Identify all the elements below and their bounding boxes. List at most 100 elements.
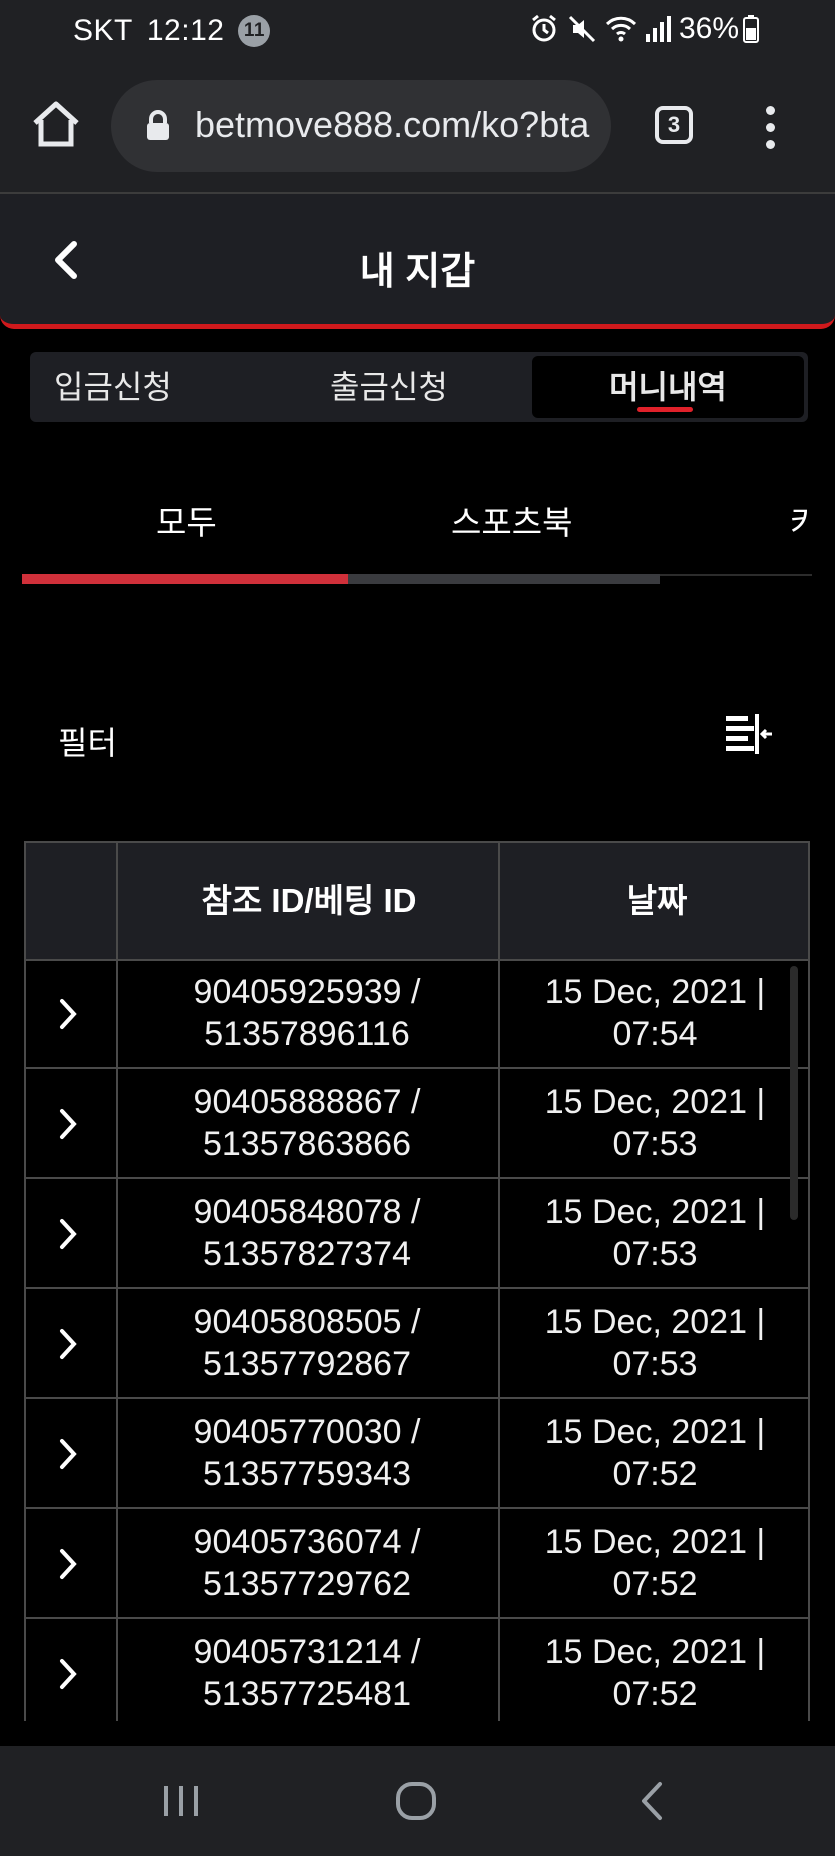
bet-id: 51357896116 [204,1015,410,1053]
ref-id: 90405888867 / [193,1083,421,1121]
tab-money-history-label: 머니내역 [609,369,727,405]
battery-icon [743,15,759,43]
bet-id: 51357863866 [202,1125,411,1163]
date: 15 Dec, 2021 | [544,1083,766,1121]
ref-id-cell: 90405848078 / 51357827374 [116,1191,498,1275]
notification-count-badge: 11 [238,15,271,47]
tab-withdraw-request[interactable]: 출금신청 [330,352,448,422]
clock: 12:12 [146,14,225,47]
date-cell: 15 Dec, 2021 | 07:53 [500,1301,810,1385]
bet-id: 51357729762 [202,1565,411,1603]
nav-home-icon[interactable] [394,1780,438,1822]
recent-apps-icon[interactable] [160,1782,202,1820]
subtab-all[interactable]: 모두 [156,496,217,544]
carrier-label: SKT [73,14,133,47]
menu-dot [765,106,775,115]
money-history-table: 참조 ID/베팅 ID 날짜 90405925939 / 51357896116 … [24,841,810,1721]
date-cell: 15 Dec, 2021 | 07:54 [500,971,810,1055]
status-bar: SKT 12:12 11 36% [0,0,835,62]
tab-money-history[interactable]: 머니내역 [532,356,804,418]
table-row[interactable]: 90405888867 / 51357863866 15 Dec, 2021 | 0… [24,1069,810,1179]
table-row[interactable]: 90405770030 / 51357759343 15 Dec, 2021 | 0… [24,1399,810,1509]
chevron-right-icon[interactable] [58,1657,78,1691]
address-bar[interactable]: betmove888.com/ko?bta [111,80,611,172]
ref-id-cell: 90405770030 / 51357759343 [116,1411,498,1495]
chevron-right-icon[interactable] [58,1107,78,1141]
battery-percent: 36% [678,12,739,45]
time: 07:53 [612,1345,698,1383]
table-row[interactable]: 90405808505 / 51357792867 15 Dec, 2021 | 0… [24,1289,810,1399]
table-row[interactable]: 90405848078 / 51357827374 15 Dec, 2021 | 0… [24,1179,810,1289]
alarm-icon [532,14,556,42]
ref-id-cell: 90405888867 / 51357863866 [116,1081,498,1165]
date-cell: 15 Dec, 2021 | 07:53 [500,1191,810,1275]
tab-switcher-button[interactable]: 3 [655,106,693,144]
ref-id-cell: 90405925939 / 51357896116 [116,971,498,1055]
ref-id: 90405731214 / [193,1633,421,1671]
table-row[interactable]: 90405925939 / 51357896116 15 Dec, 2021 | 0… [24,959,810,1069]
date: 15 Dec, 2021 | [544,1413,766,1451]
time: 07:53 [612,1235,698,1273]
wallet-tabs: 입금신청 출금신청 머니내역 [30,352,808,422]
filter-label: 필터 [58,725,117,761]
app-header: 내 지갑 [0,194,835,329]
active-tab-indicator [637,407,693,412]
subtab-sportsbook[interactable]: 스포츠북 [451,496,572,544]
ref-id-cell: 90405731214 / 51357725481 [116,1631,498,1715]
browser-menu-button[interactable] [760,106,780,150]
table-header: 참조 ID/베팅 ID 날짜 [24,841,810,961]
bet-id: 51357725481 [202,1675,411,1713]
tab-deposit-request[interactable]: 입금신청 [54,352,172,422]
table-border [24,841,26,1721]
url-text[interactable]: betmove888.com/ko?bta [195,104,589,146]
chevron-right-icon[interactable] [58,1327,78,1361]
subtab-active-indicator [22,574,348,584]
ref-id-cell: 90405736074 / 51357729762 [116,1521,498,1605]
ref-id: 90405736074 / [193,1523,421,1561]
date: 15 Dec, 2021 | [544,1633,766,1671]
date-cell: 15 Dec, 2021 | 07:52 [500,1631,810,1715]
home-icon [33,101,79,147]
chevron-right-icon[interactable] [58,1437,78,1471]
status-left: SKT 12:12 11 [73,14,271,48]
browser-home-button[interactable] [30,98,82,150]
date-cell: 15 Dec, 2021 | 07:52 [500,1521,810,1605]
date: 15 Dec, 2021 | [544,1303,766,1341]
signal-icon [645,16,671,42]
menu-dot [765,123,775,132]
nav-back-icon[interactable] [636,1780,666,1822]
chevron-right-icon[interactable] [58,1217,78,1251]
page-title: 내 지갑 [359,251,476,293]
bet-id: 51357827374 [202,1235,411,1273]
filter-collapse-icon [726,714,772,754]
column-divider [498,841,500,1721]
bet-id: 51357792867 [202,1345,411,1383]
ref-id: 90405770030 / [193,1413,421,1451]
wifi-icon [605,16,637,42]
table-scrollbar[interactable] [790,966,798,1220]
status-right: 36% [529,12,767,46]
table-row[interactable]: 90405736074 / 51357729762 15 Dec, 2021 | 0… [24,1509,810,1619]
date: 15 Dec, 2021 | [544,1193,766,1231]
chevron-right-icon[interactable] [58,997,78,1031]
time: 07:54 [612,1015,698,1053]
ref-id-cell: 90405808505 / 51357792867 [116,1301,498,1385]
subtab-casino[interactable]: 카 [790,496,810,544]
date: 15 Dec, 2021 | [544,973,766,1011]
lock-icon [147,110,169,140]
table-row[interactable]: 90405731214 / 51357725481 15 Dec, 2021 | 0… [24,1619,810,1721]
system-nav-bar [0,1746,835,1856]
date-cell: 15 Dec, 2021 | 07:53 [500,1081,810,1165]
ref-id: 90405925939 / [193,973,421,1011]
chevron-right-icon[interactable] [58,1547,78,1581]
time: 07:52 [612,1565,698,1603]
time: 07:52 [612,1455,698,1493]
date-cell: 15 Dec, 2021 | 07:52 [500,1411,810,1495]
date: 15 Dec, 2021 | [544,1523,766,1561]
ref-id: 90405808505 / [193,1303,421,1341]
filter-toggle-button[interactable] [724,712,776,760]
header-ref-id: 참조 ID/베팅 ID [201,882,417,919]
time: 07:53 [612,1125,698,1163]
mute-icon [568,15,596,43]
table-border [808,841,810,1721]
